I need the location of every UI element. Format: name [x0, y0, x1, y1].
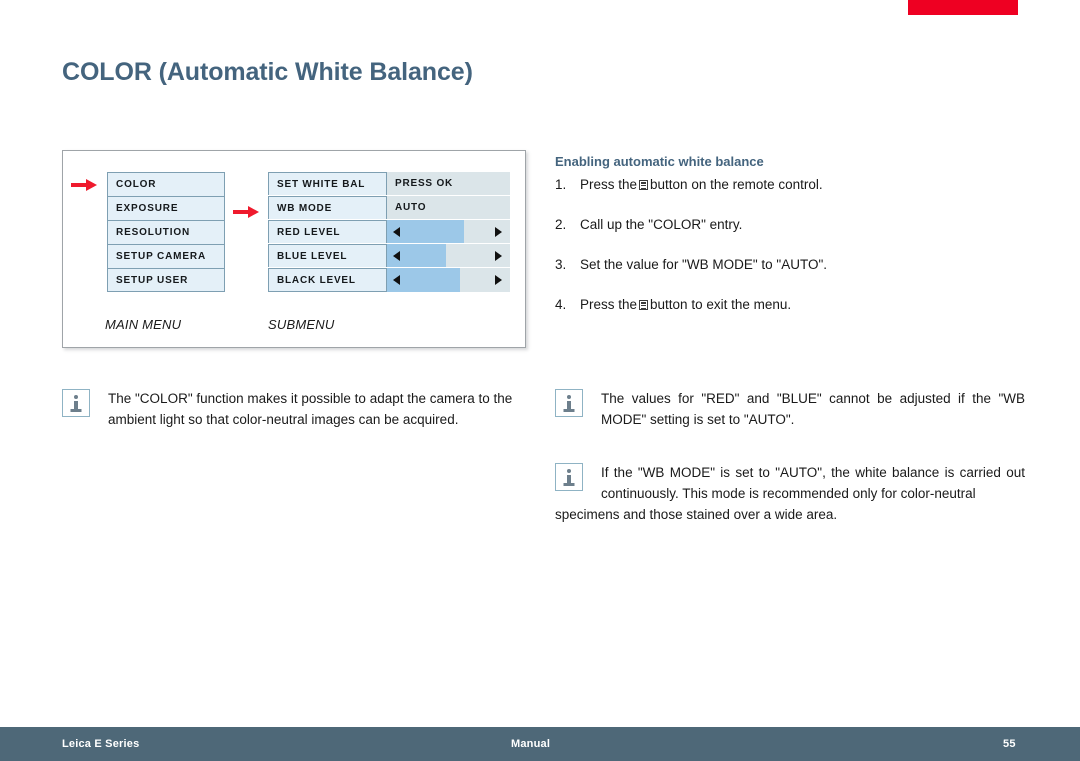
main-menu-item-label: COLOR	[116, 179, 157, 190]
step-text: Call up the "COLOR" entry.	[580, 217, 743, 232]
footer-product-name: Leica E Series	[62, 738, 140, 750]
step-text-before: Press the	[580, 177, 638, 192]
submenu-row-label: SET WHITE BAL	[268, 172, 387, 195]
blue-level-slider[interactable]	[387, 244, 510, 267]
main-menu-item-label: SETUP USER	[116, 274, 189, 286]
menu-button-icon	[639, 300, 649, 310]
instruction-step-1: 1. Press the button on the remote control…	[555, 175, 1025, 194]
step-text-after: button on the remote control.	[650, 177, 823, 192]
submenu-row-value: PRESS OK	[387, 172, 510, 195]
note-color-function: The "COLOR" function makes it possible t…	[62, 388, 530, 430]
submenu-row-blue-level[interactable]: BLUE LEVEL	[268, 244, 510, 268]
main-menu-item-exposure[interactable]: EXPOSURE	[107, 196, 225, 220]
note-red-blue-locked: The values for "RED" and "BLUE" cannot b…	[555, 388, 1025, 430]
note-text: The "COLOR" function makes it possible t…	[108, 391, 513, 427]
main-menu-caption: MAIN MENU	[105, 317, 182, 332]
info-icon	[555, 463, 583, 491]
submenu-row-label: WB MODE	[268, 196, 387, 219]
info-icon	[62, 389, 90, 417]
slider-increase-arrow-icon[interactable]	[495, 250, 502, 261]
main-menu-item-label: RESOLUTION	[116, 227, 191, 238]
main-menu-item-resolution[interactable]: RESOLUTION	[107, 220, 225, 244]
submenu-row-red-level[interactable]: RED LEVEL	[268, 220, 510, 244]
main-menu-item-label: SETUP CAMERA	[116, 251, 207, 262]
red-level-slider[interactable]	[387, 220, 510, 243]
instructions-heading: Enabling automatic white balance	[555, 154, 764, 169]
top-red-marker-bar	[908, 0, 1018, 15]
main-menu-item-setup-camera[interactable]: SETUP CAMERA	[107, 244, 225, 268]
footer-doc-type: Manual	[511, 738, 551, 750]
menu-button-icon	[639, 180, 649, 190]
submenu-caption: SUBMENU	[268, 317, 335, 332]
note-text-overflow: specimens and those stained over a wide …	[555, 507, 838, 522]
step-text: Press the button to exit the menu.	[580, 295, 1025, 314]
main-menu-item-color[interactable]: COLOR	[107, 172, 225, 196]
step-text: Set the value for "WB MODE" to "AUTO".	[580, 257, 827, 272]
instruction-step-3: 3. Set the value for "WB MODE" to "AUTO"…	[555, 255, 1025, 274]
submenu-row-label: BLUE LEVEL	[268, 244, 387, 267]
instruction-step-2: 2. Call up the "COLOR" entry.	[555, 215, 1025, 234]
submenu-row-wb-mode[interactable]: WB MODE AUTO	[268, 196, 510, 220]
slider-decrease-arrow-icon[interactable]	[393, 275, 400, 285]
footer-page-number: 55	[1003, 738, 1016, 750]
step-text: Press the button on the remote control.	[580, 175, 1025, 194]
main-menu-list: COLOR EXPOSURE RESOLUTION SETUP CAMERA S…	[107, 172, 225, 292]
main-menu-item-setup-user[interactable]: SETUP USER	[107, 268, 225, 292]
step-number: 1.	[555, 177, 567, 192]
red-arrow-icon-submenu	[233, 206, 259, 218]
step-text-before: Press the	[580, 297, 638, 312]
instructions-list: 1. Press the button on the remote control…	[555, 175, 1025, 335]
menu-diagram-frame: COLOR EXPOSURE RESOLUTION SETUP CAMERA S…	[62, 150, 526, 348]
slider-decrease-arrow-icon[interactable]	[393, 250, 400, 261]
instruction-step-4: 4. Press the button to exit the menu.	[555, 295, 1025, 314]
step-number: 4.	[555, 297, 567, 312]
slider-increase-arrow-icon[interactable]	[495, 226, 502, 237]
note-text: The values for "RED" and "BLUE" cannot b…	[601, 391, 1025, 427]
info-icon	[555, 389, 583, 417]
submenu-row-set-white-bal[interactable]: SET WHITE BAL PRESS OK	[268, 172, 510, 196]
slider-decrease-arrow-icon[interactable]	[393, 226, 400, 237]
submenu-row-value: AUTO	[387, 196, 510, 219]
step-number: 2.	[555, 217, 567, 232]
step-number: 3.	[555, 257, 567, 272]
submenu-row-black-level[interactable]: BLACK LEVEL	[268, 268, 510, 292]
step-text-after: button to exit the menu.	[650, 297, 792, 312]
submenu-row-label: RED LEVEL	[268, 220, 387, 243]
note-auto-continuous: If the "WB MODE" is set to "AUTO", the w…	[555, 462, 1025, 522]
note-text: If the "WB MODE" is set to "AUTO", the w…	[601, 465, 1025, 501]
slider-increase-arrow-icon[interactable]	[495, 275, 502, 285]
submenu-row-label: BLACK LEVEL	[268, 268, 387, 292]
page-title: COLOR (Automatic White Balance)	[62, 58, 473, 86]
page-footer: Leica E Series Manual 55	[0, 727, 1080, 761]
submenu-list: SET WHITE BAL PRESS OK WB MODE AUTO RED …	[268, 172, 510, 292]
red-arrow-icon-main-menu	[71, 179, 97, 191]
main-menu-item-label: EXPOSURE	[116, 203, 179, 214]
black-level-slider[interactable]	[387, 268, 510, 292]
